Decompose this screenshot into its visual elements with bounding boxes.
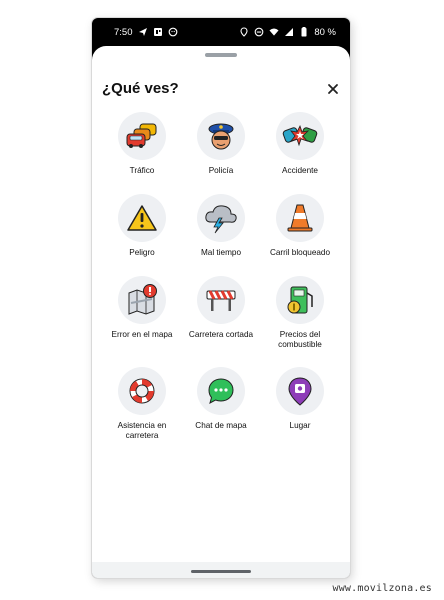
- report-roadside-assistance[interactable]: Asistencia en carretera: [101, 367, 183, 441]
- report-label: Mal tiempo: [200, 248, 242, 257]
- report-label: Accidente: [282, 166, 318, 175]
- report-label: Tráfico: [129, 166, 155, 175]
- report-label: Peligro: [129, 248, 155, 257]
- report-hazard[interactable]: Peligro: [101, 194, 183, 258]
- report-place[interactable]: Lugar: [259, 367, 341, 431]
- battery-icon: [299, 27, 309, 37]
- report-label: Precios del combustible: [278, 330, 322, 349]
- map-chat-icon: [197, 367, 245, 415]
- roadside-assistance-icon: [118, 367, 166, 415]
- status-bar: 7:50 80 %: [92, 18, 350, 46]
- close-icon[interactable]: [326, 82, 340, 96]
- traffic-icon: [118, 112, 166, 160]
- report-road-closed[interactable]: Carretera cortada: [180, 276, 262, 340]
- watermark: www.movilzona.es: [332, 583, 432, 594]
- police-icon: [197, 112, 245, 160]
- hazard-icon: [118, 194, 166, 242]
- accident-icon: [276, 112, 324, 160]
- lane-blocked-icon: [276, 194, 324, 242]
- map-error-icon: [118, 276, 166, 324]
- road-closed-icon: [197, 276, 245, 324]
- place-icon: [276, 367, 324, 415]
- phone-frame: 7:50 80 % ¿Qué ves? Tráfico Policía Acci…: [92, 18, 350, 578]
- report-sheet: ¿Qué ves? Tráfico Policía Accidente Peli…: [92, 46, 350, 578]
- app-notification-icon: [153, 27, 163, 37]
- do-not-disturb-icon: [254, 27, 264, 37]
- report-bad-weather[interactable]: Mal tiempo: [180, 194, 262, 258]
- waze-notification-icon: [168, 27, 178, 37]
- report-label: Lugar: [289, 421, 311, 430]
- send-icon: [138, 27, 148, 37]
- clock: 7:50: [114, 26, 133, 38]
- report-police[interactable]: Policía: [180, 112, 262, 176]
- report-label: Carretera cortada: [188, 330, 254, 339]
- sheet-title: ¿Qué ves?: [102, 80, 179, 97]
- drag-handle[interactable]: [205, 53, 237, 57]
- report-traffic[interactable]: Tráfico: [101, 112, 183, 176]
- fuel-prices-icon: [276, 276, 324, 324]
- report-lane-blocked[interactable]: Carril bloqueado: [259, 194, 341, 258]
- report-label: Carril bloqueado: [269, 248, 331, 257]
- battery-percentage: 80 %: [314, 26, 336, 38]
- report-label: Asistencia en carretera: [117, 421, 167, 440]
- navigation-bar: [92, 562, 350, 578]
- bad-weather-icon: [197, 194, 245, 242]
- home-gesture-bar[interactable]: [191, 570, 251, 573]
- wifi-icon: [269, 27, 279, 37]
- report-label: Policía: [208, 166, 234, 175]
- report-accident[interactable]: Accidente: [259, 112, 341, 176]
- report-label: Error en el mapa: [111, 330, 173, 339]
- report-map-chat[interactable]: Chat de mapa: [180, 367, 262, 431]
- report-map-error[interactable]: Error en el mapa: [101, 276, 183, 340]
- report-fuel-prices[interactable]: Precios del combustible: [259, 276, 341, 350]
- report-label: Chat de mapa: [195, 421, 247, 430]
- signal-icon: [284, 27, 294, 37]
- location-icon: [239, 27, 249, 37]
